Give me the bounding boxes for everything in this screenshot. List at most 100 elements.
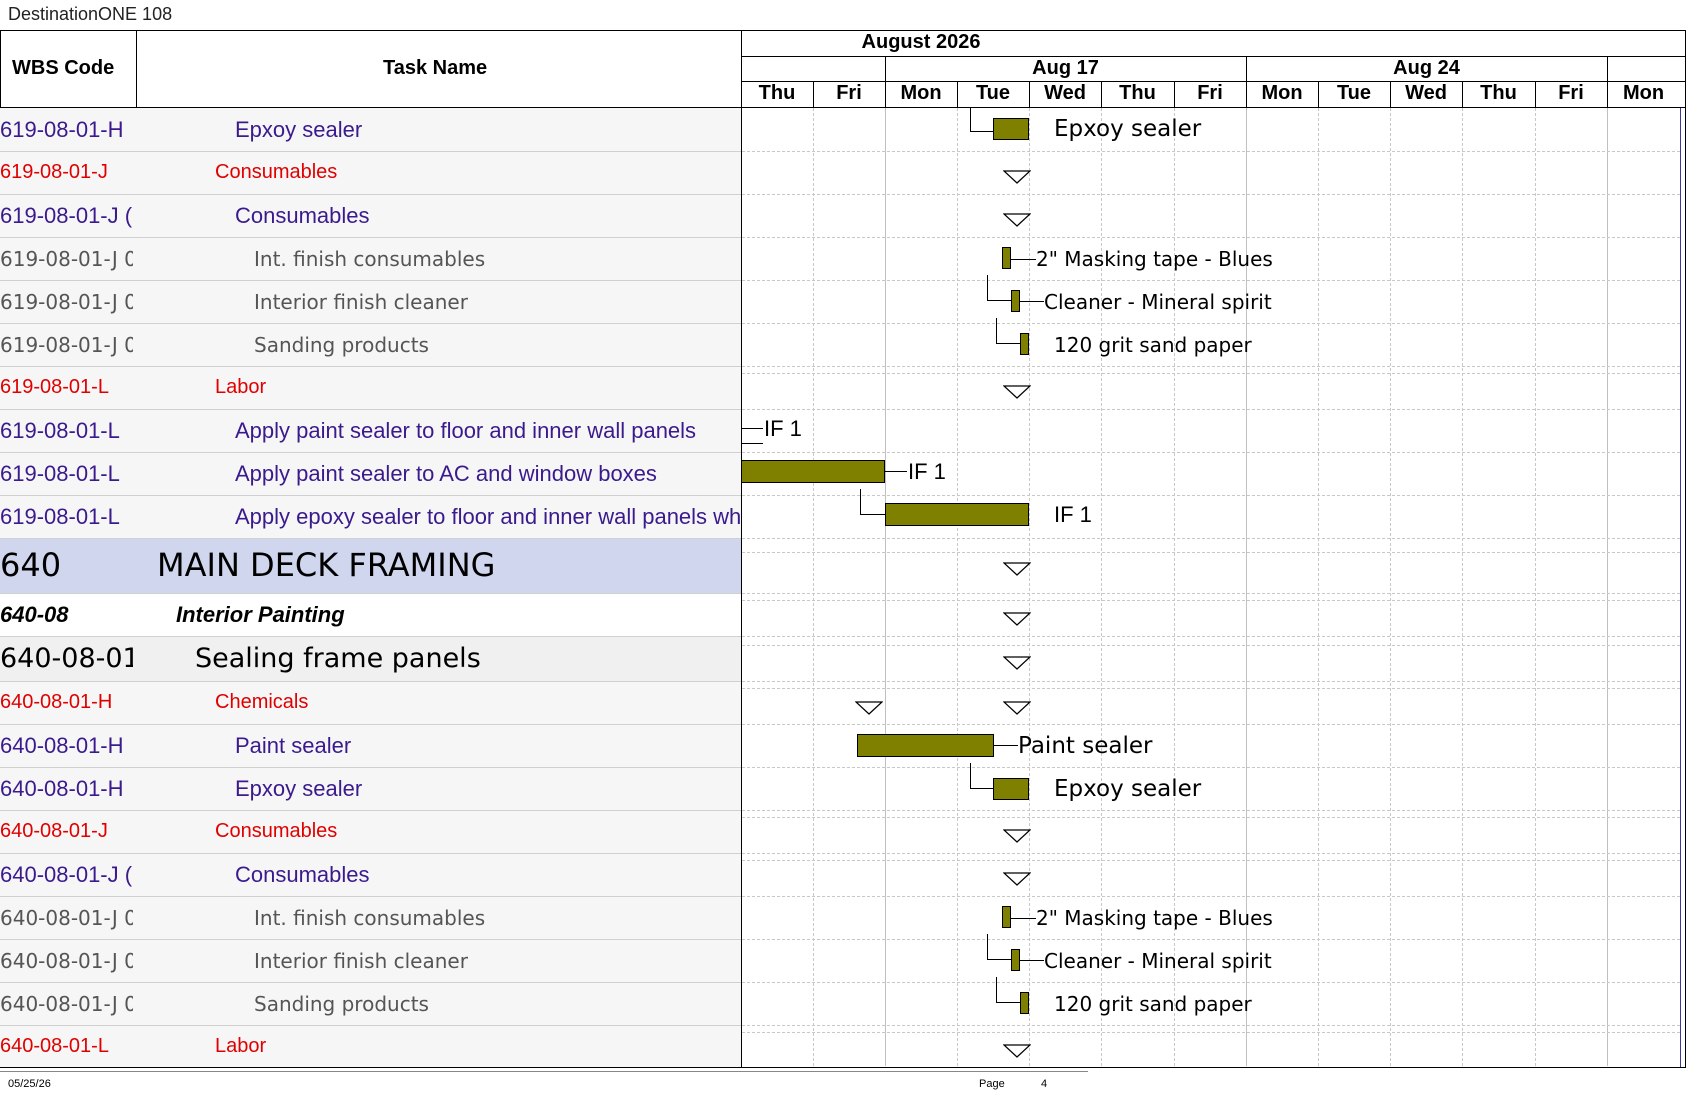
- task-bar[interactable]: [1020, 333, 1029, 355]
- task-cell: Interior finish cleaner: [254, 949, 468, 973]
- document-title: DestinationONE 108: [8, 4, 173, 24]
- bar-label: 120 grit sand paper: [1054, 992, 1252, 1016]
- day-header: Mon: [1622, 82, 1665, 104]
- bar-label: 2" Masking tape - Blues: [1036, 906, 1273, 930]
- summary-marker-icon: [1003, 385, 1031, 399]
- table-row[interactable]: 619-08-01-J 01 Interior finish cleaner: [0, 280, 741, 323]
- month-header: August 2026: [861, 31, 981, 53]
- task-bar[interactable]: [1011, 949, 1020, 971]
- table-row[interactable]: 619-08-01-L Labor: [0, 366, 741, 409]
- task-bar[interactable]: [885, 503, 1029, 526]
- bar-label: 2" Masking tape - Blues: [1036, 247, 1273, 271]
- summary-marker-icon: [855, 701, 883, 715]
- table-row[interactable]: 640-08-01-J 01 Interior finish cleaner: [0, 939, 741, 982]
- task-cell: Epxoy sealer: [235, 117, 363, 142]
- bar-label: Paint sealer: [1018, 733, 1153, 759]
- day-header: Tue: [975, 82, 1011, 104]
- bar-label: IF 1: [764, 416, 802, 441]
- summary-marker-icon: [1003, 1044, 1031, 1058]
- wbs-code-header[interactable]: WBS Code: [12, 57, 114, 80]
- task-bar[interactable]: [1020, 992, 1029, 1014]
- table-row[interactable]: 640-08-01-H Paint sealer: [0, 724, 741, 767]
- summary-marker-icon: [1003, 170, 1031, 184]
- task-bar[interactable]: [1002, 247, 1011, 269]
- bar-label: Epxoy sealer: [1054, 116, 1202, 142]
- wbs-cell: 640-08-01-J: [0, 820, 108, 842]
- table-row[interactable]: 619-08-01-J 01 Int. finish consumables: [0, 237, 741, 280]
- table-row[interactable]: 619-08-01-L Apply epoxy sealer to floor …: [0, 495, 741, 538]
- bar-leader: [885, 471, 907, 472]
- table-row[interactable]: 640-08-01-J ( Consumables: [0, 853, 741, 896]
- table-row[interactable]: 619-08-01-J Consumables: [0, 151, 741, 194]
- footer-page-label: Page: [979, 1078, 1005, 1090]
- wbs-cell: 640-08-01-J 01: [0, 949, 133, 973]
- task-bar[interactable]: [857, 734, 994, 757]
- wbs-cell: 640: [0, 546, 62, 584]
- table-row[interactable]: 640-08-01-J 01 Sanding products: [0, 982, 741, 1025]
- bar-leader: [1020, 960, 1044, 961]
- table-row[interactable]: 640-08-01-L Labor: [0, 1025, 741, 1067]
- table-row[interactable]: 640-08-01-J Consumables: [0, 810, 741, 853]
- day-header: Mon: [900, 82, 942, 104]
- wbs-cell: 640-08-01-H: [0, 776, 124, 801]
- bar-leader: [994, 745, 1018, 746]
- bar-label: Cleaner - Mineral spirit: [1044, 949, 1272, 973]
- day-header: Thu: [1119, 82, 1156, 104]
- table-row[interactable]: 640-08-01-H Epxoy sealer: [0, 767, 741, 810]
- task-cell: MAIN DECK FRAMING: [157, 546, 496, 584]
- task-bar[interactable]: [1011, 290, 1020, 312]
- table-row[interactable]: 619-08-01-J 01 Sanding products: [0, 323, 741, 366]
- summary-marker-icon: [1003, 213, 1031, 227]
- task-bar[interactable]: [1002, 906, 1011, 928]
- day-header: Fri: [836, 82, 862, 104]
- task-cell: Labor: [215, 1035, 267, 1057]
- bar-label: IF 1: [1054, 502, 1092, 527]
- wbs-cell: 640-08-01-H: [0, 733, 124, 758]
- week-header-aug-17: Aug 17: [1032, 57, 1099, 79]
- wbs-cell: 640-08-01-J (: [0, 862, 133, 887]
- bar-leader: [741, 428, 763, 429]
- task-cell: Chemicals: [215, 691, 309, 713]
- wbs-cell: 619-08-01-J: [0, 161, 108, 183]
- bar-label: 120 grit sand paper: [1054, 333, 1252, 357]
- footer-page-number: 4: [1041, 1078, 1048, 1090]
- day-header: Fri: [1197, 82, 1223, 104]
- table-row[interactable]: 619-08-01-H Epxoy sealer: [0, 108, 741, 151]
- table-row[interactable]: 619-08-01-L Apply paint sealer to floor …: [0, 409, 741, 452]
- table-row-heading[interactable]: 640 MAIN DECK FRAMING: [0, 538, 741, 593]
- table-row[interactable]: 640-08-01-J 01 Int. finish consumables: [0, 896, 741, 939]
- task-bar[interactable]: [741, 460, 885, 483]
- table-row[interactable]: 619-08-01-L Apply paint sealer to AC and…: [0, 452, 741, 495]
- table-row[interactable]: 640-08-01-H Chemicals: [0, 681, 741, 724]
- task-cell: Paint sealer: [235, 733, 352, 758]
- dependency-connector: [860, 489, 886, 515]
- day-header: Thu: [758, 82, 796, 104]
- table-row[interactable]: 619-08-01-J ( Consumables: [0, 194, 741, 237]
- bar-label: Cleaner - Mineral spirit: [1044, 290, 1272, 314]
- footer-date: 05/25/26: [8, 1078, 51, 1090]
- week-header-aug-24: Aug 24: [1393, 57, 1460, 79]
- summary-marker-icon: [1003, 701, 1031, 715]
- day-header: Mon: [1261, 82, 1303, 104]
- table-row[interactable]: 640-08-01 Sealing frame panels: [0, 636, 741, 681]
- task-name-header[interactable]: Task Name: [383, 57, 487, 80]
- task-cell: Sealing frame panels: [195, 643, 481, 674]
- wbs-cell: 640-08: [0, 602, 69, 627]
- day-header: Wed: [1044, 82, 1086, 104]
- task-cell: Interior Painting: [176, 602, 345, 627]
- wbs-cell: 619-08-01-J 01: [0, 333, 133, 357]
- task-cell: Consumables: [215, 820, 338, 842]
- wbs-cell: 619-08-01-L: [0, 504, 120, 529]
- task-bar[interactable]: [993, 118, 1029, 140]
- task-cell: Labor: [215, 376, 267, 398]
- table-row[interactable]: 640-08 Interior Painting: [0, 593, 741, 636]
- bar-leader: [1011, 918, 1036, 919]
- bar-leader: [1020, 301, 1044, 302]
- summary-marker-icon: [1003, 656, 1031, 670]
- wbs-cell: 619-08-01-H: [0, 117, 124, 142]
- dependency-connector: [996, 318, 1021, 344]
- wbs-cell: 619-08-01-J (: [0, 203, 133, 228]
- dependency-connector: [996, 977, 1021, 1003]
- task-bar[interactable]: [993, 778, 1029, 800]
- dependency-connector: [970, 763, 994, 789]
